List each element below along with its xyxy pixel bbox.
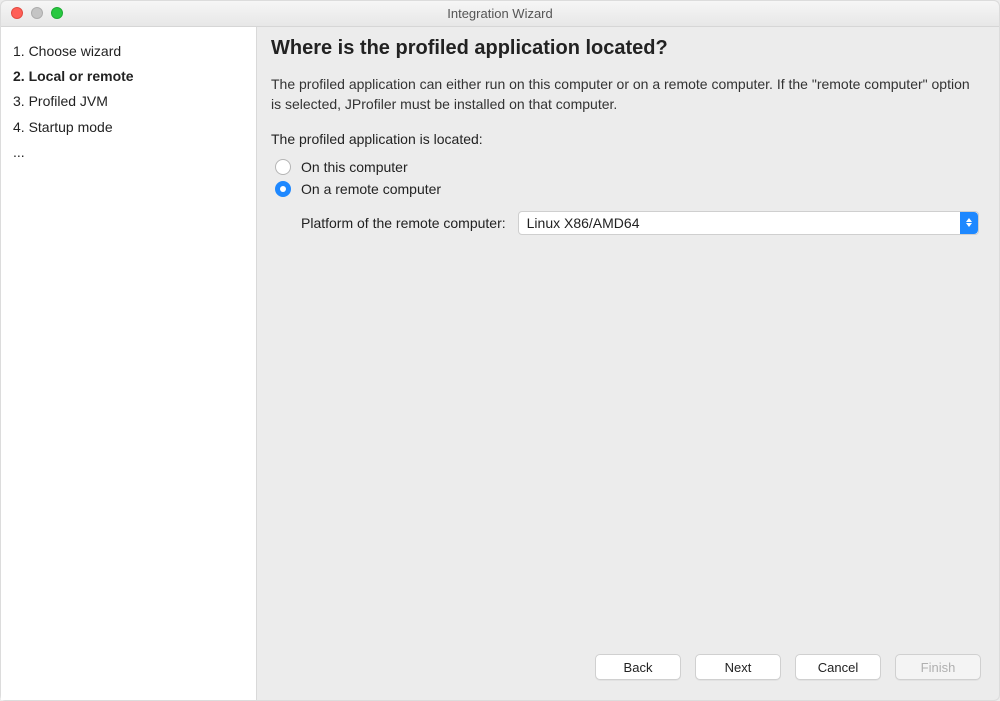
finish-button: Finish — [895, 654, 981, 680]
platform-label: Platform of the remote computer: — [301, 215, 506, 231]
wizard-body: 1. Choose wizard 2. Local or remote 3. P… — [1, 27, 999, 700]
option-label: On a remote computer — [301, 181, 441, 197]
sidebar-step-local-or-remote[interactable]: 2. Local or remote — [13, 64, 244, 89]
cancel-button[interactable]: Cancel — [795, 654, 881, 680]
titlebar: Integration Wizard — [1, 1, 999, 27]
option-label: On this computer — [301, 159, 408, 175]
window-title: Integration Wizard — [1, 6, 999, 21]
window-controls — [11, 7, 63, 19]
location-prompt: The profiled application is located: — [271, 131, 979, 147]
back-button[interactable]: Back — [595, 654, 681, 680]
maximize-icon[interactable] — [51, 7, 63, 19]
radio-remote-computer[interactable] — [275, 181, 291, 197]
minimize-icon[interactable] — [31, 7, 43, 19]
next-button[interactable]: Next — [695, 654, 781, 680]
wizard-content: Where is the profiled application locate… — [257, 27, 999, 644]
option-this-computer[interactable]: On this computer — [275, 159, 979, 175]
page-description: The profiled application can either run … — [271, 74, 979, 115]
close-icon[interactable] — [11, 7, 23, 19]
wizard-footer: Back Next Cancel Finish — [257, 644, 999, 700]
radio-this-computer[interactable] — [275, 159, 291, 175]
platform-row: Platform of the remote computer: Linux X… — [301, 211, 979, 235]
chevron-updown-icon — [960, 212, 978, 234]
sidebar-ellipsis: ... — [13, 140, 244, 165]
integration-wizard-window: Integration Wizard 1. Choose wizard 2. L… — [0, 0, 1000, 701]
platform-select-value: Linux X86/AMD64 — [527, 215, 640, 231]
sidebar-step-startup-mode[interactable]: 4. Startup mode — [13, 115, 244, 140]
wizard-main: Where is the profiled application locate… — [257, 27, 999, 700]
wizard-sidebar: 1. Choose wizard 2. Local or remote 3. P… — [1, 27, 257, 700]
sidebar-step-profiled-jvm[interactable]: 3. Profiled JVM — [13, 89, 244, 114]
location-options: On this computer On a remote computer Pl… — [271, 159, 979, 235]
option-remote-computer[interactable]: On a remote computer — [275, 181, 979, 197]
sidebar-step-choose-wizard[interactable]: 1. Choose wizard — [13, 39, 244, 64]
page-title: Where is the profiled application locate… — [271, 37, 979, 60]
platform-select[interactable]: Linux X86/AMD64 — [518, 211, 979, 235]
